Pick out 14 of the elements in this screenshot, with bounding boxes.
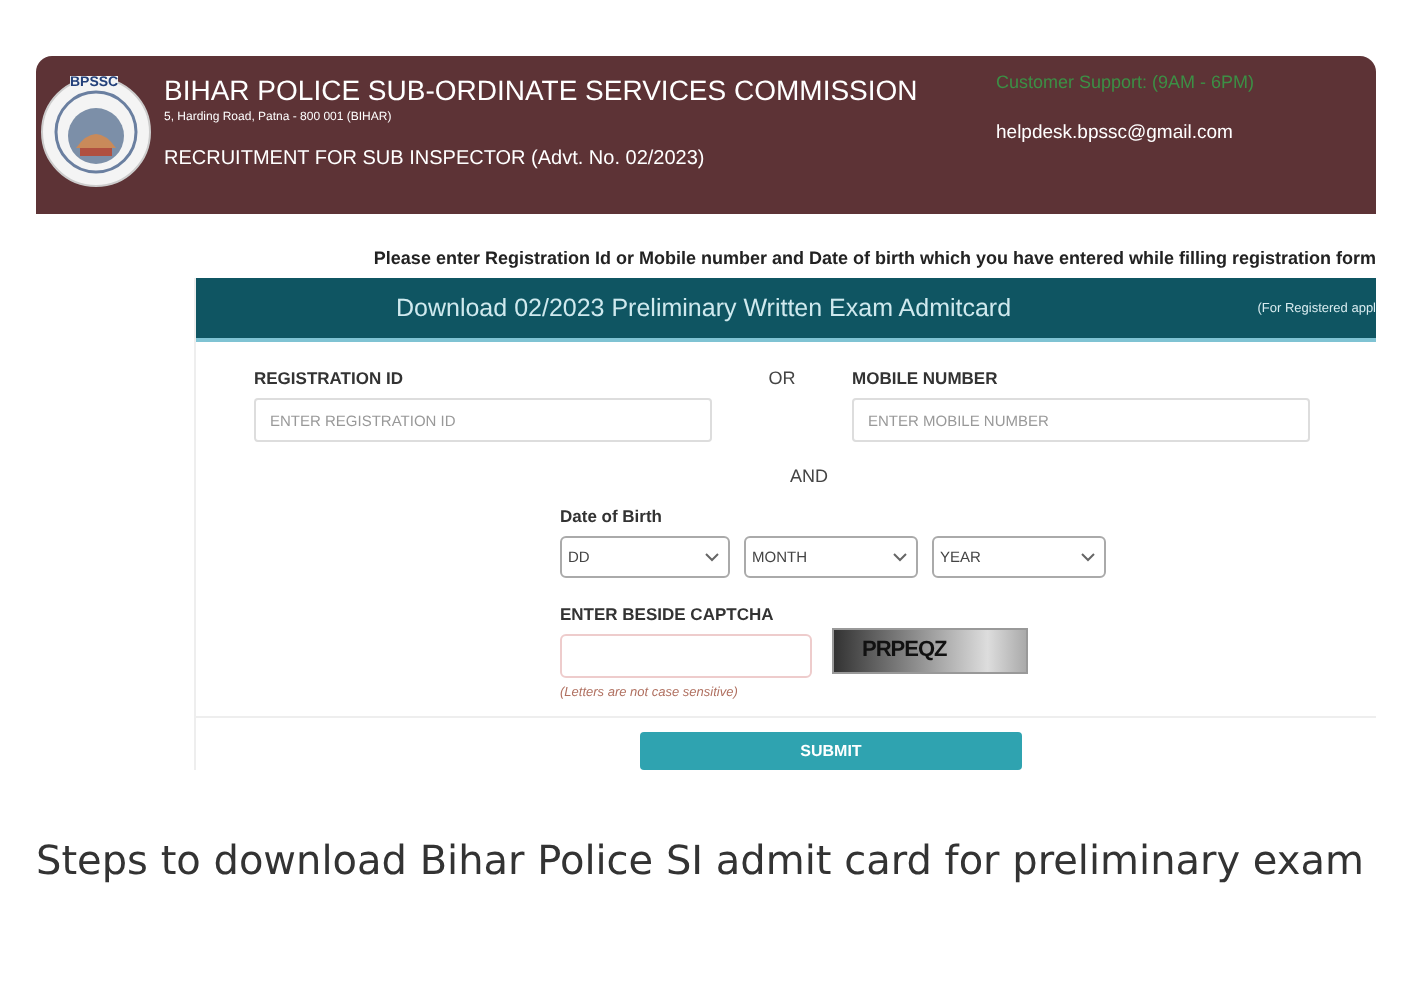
field-label: MOBILE NUMBER [852,368,1000,388]
instruction-text: Please enter Registration Id or Mobile number and Date of birth which you have entered while filling registration form [371,248,1376,268]
support-email: helpdesk.bpssc@gmail.com [996,122,1235,144]
form-title: Download 02/2023 Preliminary Written Exam Admitcard [396,294,1012,322]
support-hours: Customer Support: (9AM - 6PM) [996,72,1257,92]
caption-text: Steps to download Bihar Police SI admit card for preliminary exam [36,834,1366,888]
and-text: AND [790,466,831,486]
field-label: Date of Birth [560,506,664,526]
or-text: OR [766,368,798,388]
recruitment-title: RECRUITMENT FOR SUB INSPECTOR (Advt. No. 02/2023) [164,148,707,170]
field-label: ENTER BESIDE CAPTCHA [560,604,776,624]
organization-title: BIHAR POLICE SUB-ORDINATE SERVICES COMMISSION [164,74,920,106]
field-label: REGISTRATION ID [254,368,405,388]
captcha-image: PRPEQZ [832,628,1028,674]
